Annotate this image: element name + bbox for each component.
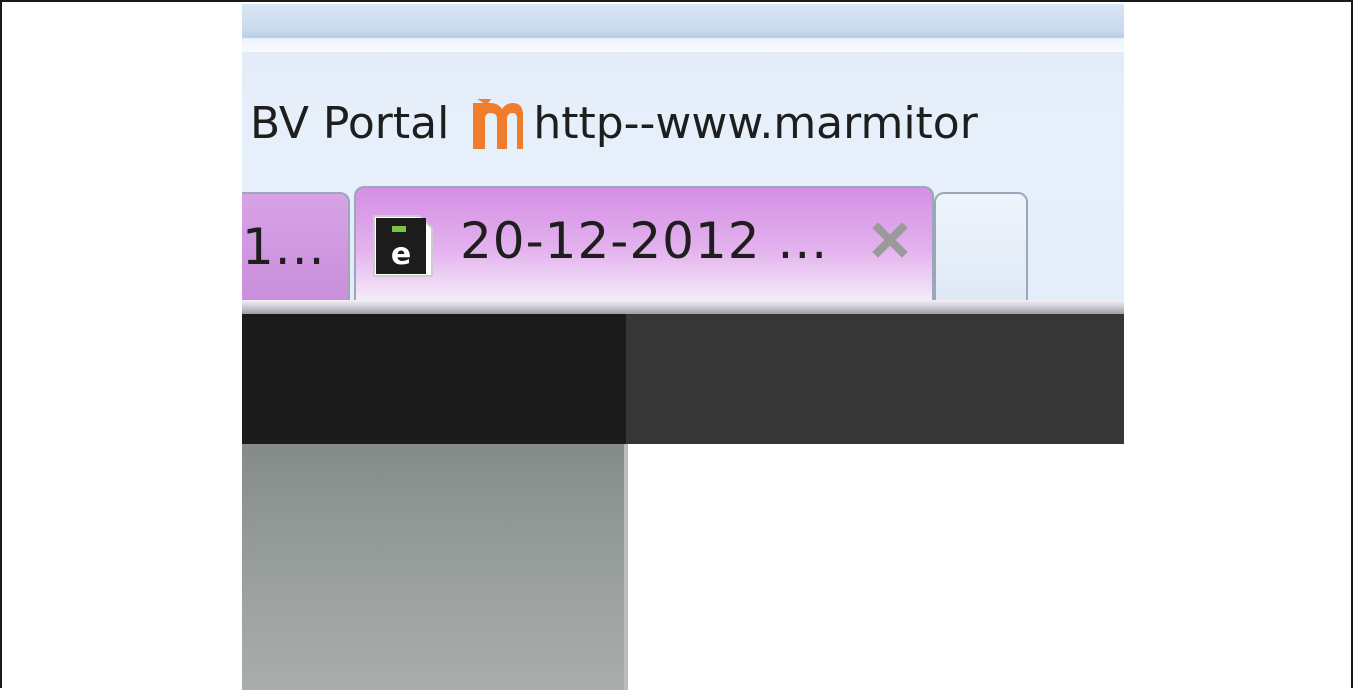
page-content	[628, 444, 1124, 690]
bookmark-label: BV Portal	[250, 98, 450, 149]
svg-text:e: e	[391, 237, 411, 272]
bookmark-marmiton[interactable]: http--www.marmitor	[449, 97, 978, 151]
tab-label: 20-12-2012 ...	[460, 212, 829, 270]
page-header-left	[242, 314, 626, 444]
marmiton-m-icon	[473, 99, 524, 149]
screenshot-frame: BV Portal http--www.marmitor 1... e 20-1…	[0, 0, 1353, 690]
toolbar-separator	[242, 300, 1124, 314]
e-document-icon: e	[373, 215, 433, 277]
close-icon[interactable]	[868, 218, 912, 262]
bookmark-label: http--www.marmitor	[533, 98, 978, 149]
bookmark-bv-portal[interactable]: BV Portal	[242, 102, 449, 146]
browser-window: BV Portal http--www.marmitor 1... e 20-1…	[242, 4, 1124, 690]
bookmarks-bar: BV Portal http--www.marmitor	[242, 74, 978, 174]
tab-strip: 1... e 20-12-2012 ...	[242, 184, 1124, 308]
tab-label: 1...	[242, 218, 326, 276]
title-strip	[242, 4, 1124, 52]
browser-chrome: BV Portal http--www.marmitor 1... e 20-1…	[242, 4, 1124, 314]
tab-previous[interactable]: 1...	[242, 192, 350, 300]
new-tab-button[interactable]	[934, 192, 1028, 300]
page-header-right	[626, 314, 1124, 444]
page-sidebar	[242, 444, 626, 690]
tab-active[interactable]: e 20-12-2012 ...	[354, 186, 934, 300]
